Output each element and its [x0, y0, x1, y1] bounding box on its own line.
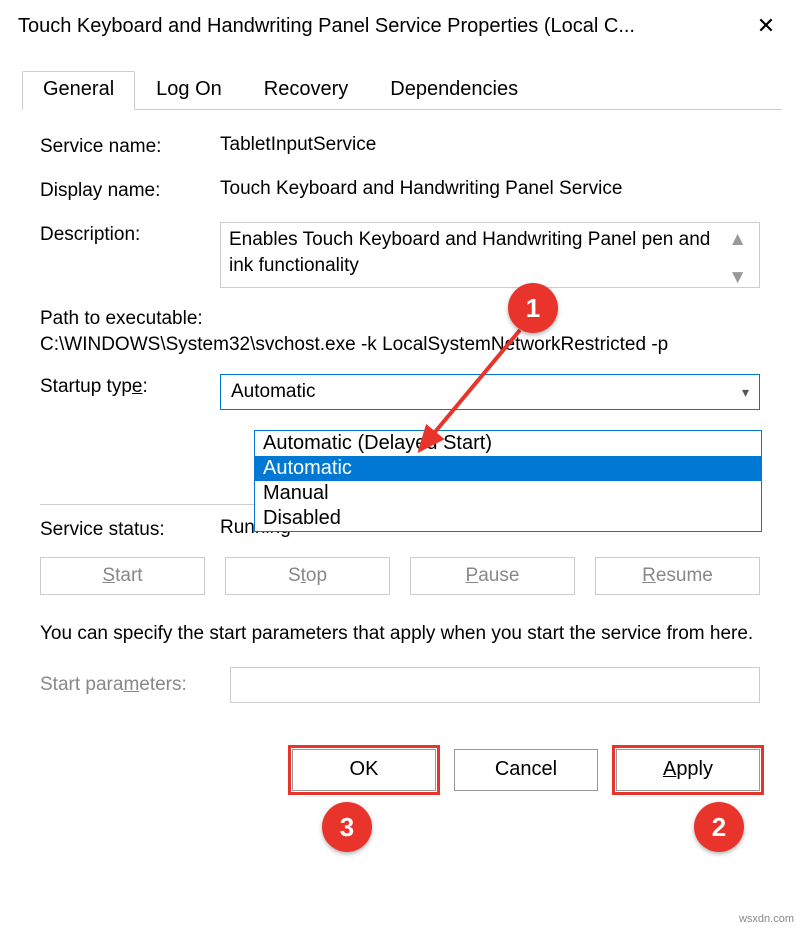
display-name-value: Touch Keyboard and Handwriting Panel Ser…	[220, 178, 760, 200]
cancel-button[interactable]: Cancel	[454, 749, 598, 791]
start-button[interactable]: Start	[40, 557, 205, 595]
tab-general[interactable]: General	[22, 71, 135, 110]
apply-button[interactable]: Apply	[616, 749, 760, 791]
close-icon[interactable]: ✕	[746, 15, 786, 37]
scroll-down-icon[interactable]: ▼	[728, 267, 747, 289]
description-scroll[interactable]: ▲ ▼	[724, 227, 751, 291]
dropdown-option-disabled[interactable]: Disabled	[255, 506, 761, 531]
titlebar: Touch Keyboard and Handwriting Panel Ser…	[0, 0, 800, 48]
description-text: Enables Touch Keyboard and Handwriting P…	[229, 227, 724, 278]
dropdown-option-manual[interactable]: Manual	[255, 481, 761, 506]
annotation-3: 3	[322, 802, 372, 852]
path-label: Path to executable:	[40, 308, 760, 330]
dropdown-option-automatic[interactable]: Automatic	[255, 456, 761, 481]
start-parameters-label: Start parameters:	[40, 674, 230, 696]
pause-button[interactable]: Pause	[410, 557, 575, 595]
startup-type-combo[interactable]: Automatic ▾	[220, 374, 760, 410]
start-parameters-input[interactable]	[230, 667, 760, 703]
annotation-1: 1	[508, 283, 558, 333]
dropdown-option-delayed[interactable]: Automatic (Delayed Start)	[255, 431, 761, 456]
service-status-label: Service status:	[40, 517, 220, 541]
display-name-label: Display name:	[40, 178, 220, 202]
description-box: Enables Touch Keyboard and Handwriting P…	[220, 222, 760, 288]
startup-type-value: Automatic	[231, 381, 315, 403]
resume-button[interactable]: Resume	[595, 557, 760, 595]
tab-content: Service name: TabletInputService Display…	[0, 110, 800, 703]
tab-strip: General Log On Recovery Dependencies	[22, 70, 782, 110]
window-title: Touch Keyboard and Handwriting Panel Ser…	[18, 15, 635, 38]
chevron-down-icon: ▾	[742, 384, 749, 401]
ok-button[interactable]: OK	[292, 749, 436, 791]
dialog-button-row: OK Cancel Apply	[0, 713, 800, 791]
description-label: Description:	[40, 222, 220, 246]
service-name-value: TabletInputService	[220, 134, 760, 156]
startup-type-label: Startup type:	[40, 374, 220, 398]
watermark: wsxdn.com	[739, 913, 794, 925]
help-text: You can specify the start parameters tha…	[40, 621, 760, 647]
tab-recovery[interactable]: Recovery	[243, 71, 369, 110]
startup-type-dropdown[interactable]: Automatic (Delayed Start) Automatic Manu…	[254, 430, 762, 532]
path-value: C:\WINDOWS\System32\svchost.exe -k Local…	[40, 334, 760, 356]
stop-button[interactable]: Stop	[225, 557, 390, 595]
annotation-2: 2	[694, 802, 744, 852]
tab-logon[interactable]: Log On	[135, 71, 243, 110]
tab-dependencies[interactable]: Dependencies	[369, 71, 539, 110]
service-name-label: Service name:	[40, 134, 220, 158]
scroll-up-icon[interactable]: ▲	[728, 229, 747, 251]
